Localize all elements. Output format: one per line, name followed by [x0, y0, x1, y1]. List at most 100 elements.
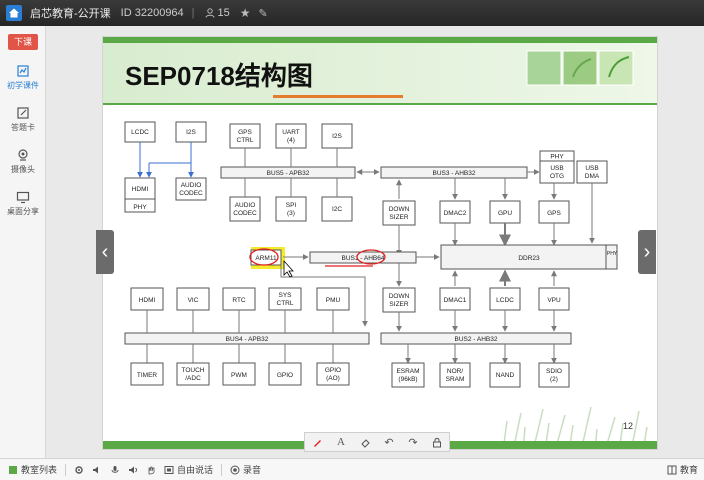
svg-text:SDIO: SDIO — [546, 368, 562, 375]
svg-text:SIZER: SIZER — [389, 301, 408, 308]
undo-icon[interactable]: ↶ — [382, 435, 396, 449]
classroom-panel-button[interactable]: 教育 — [667, 463, 698, 476]
slide-page-number: 12 — [623, 421, 633, 431]
app-title: 启芯教育-公开课 — [30, 8, 111, 20]
previous-slide-button[interactable]: ‹ — [96, 230, 114, 274]
block-dmac2: DMAC2 — [439, 200, 471, 224]
classroom-panel-label: 教育 — [679, 465, 698, 475]
block-sdio: SDIO (2) — [538, 362, 570, 388]
svg-text:SYS: SYS — [278, 292, 292, 299]
svg-text:DMAC2: DMAC2 — [444, 210, 467, 217]
title-underline — [273, 95, 403, 98]
mouse-cursor-icon — [283, 259, 294, 278]
block-audio-codec-mid: AUDIO CODEC — [229, 196, 261, 222]
svg-text:GPS: GPS — [238, 129, 252, 136]
block-gpio-ao: GPIO (AO) — [316, 362, 350, 386]
svg-text:VPU: VPU — [547, 297, 561, 304]
sidebar-item-screen-share[interactable]: 桌面分享 — [0, 190, 46, 217]
block-gpio: GPIO — [268, 362, 302, 386]
toolbar-divider — [65, 463, 67, 476]
free-talk-icon — [164, 465, 174, 474]
block-sys-ctrl: SYS CTRL — [268, 287, 302, 311]
speaker-icon — [93, 466, 99, 473]
svg-text:HDMI: HDMI — [139, 297, 156, 304]
eraser-icon[interactable] — [358, 435, 372, 449]
svg-text:I2S: I2S — [332, 133, 342, 140]
blue-connectors — [137, 142, 194, 178]
hand-icon — [148, 466, 155, 474]
svg-text:TIMER: TIMER — [137, 372, 158, 379]
room-id: ID 32200964 — [120, 7, 184, 19]
record-icon — [230, 465, 240, 474]
title-separator: | — [191, 7, 195, 19]
svg-text:(2): (2) — [550, 376, 558, 383]
svg-text:BUS1 - AHB64: BUS1 - AHB64 — [342, 255, 385, 262]
sidebar-item-label: 摄像头 — [11, 165, 35, 174]
participant-count-value: 15 — [217, 7, 230, 19]
lock-icon[interactable] — [430, 435, 444, 449]
edit-icon[interactable]: ✎ — [259, 7, 268, 20]
block-esram: ESRAM (96kB) — [391, 362, 425, 388]
svg-text:DOWN: DOWN — [389, 206, 410, 213]
free-talk-button[interactable]: 自由说话 — [164, 463, 213, 476]
block-uart: UART (4) — [275, 123, 307, 149]
star-icon[interactable]: ★ — [240, 6, 251, 20]
sidebar-item-answer-card[interactable]: 答题卡 — [0, 106, 46, 133]
bus4-bar: BUS4 - APB32 — [124, 332, 370, 345]
svg-text:ESRAM: ESRAM — [396, 368, 419, 375]
svg-text:ARM11: ARM11 — [255, 255, 277, 262]
annotation-toolbar: A ↶ ↷ — [304, 432, 450, 452]
svg-text:I2S: I2S — [186, 129, 196, 136]
svg-text:LCDC: LCDC — [131, 129, 149, 136]
bus5-bar: BUS5 - APB32 — [220, 166, 356, 179]
block-down-sizer-bot: DOWN SIZER — [382, 287, 416, 313]
svg-text:SIZER: SIZER — [389, 214, 408, 221]
svg-text:PWM: PWM — [231, 372, 247, 379]
sidebar-item-courseware[interactable]: 初学课件 — [0, 64, 46, 91]
svg-text:AUDIO: AUDIO — [181, 182, 202, 189]
redo-icon[interactable]: ↷ — [406, 435, 420, 449]
volume-button[interactable] — [128, 465, 138, 475]
next-slide-button[interactable]: › — [638, 230, 656, 274]
speaker-button[interactable] — [92, 465, 102, 475]
block-gps: GPS — [538, 200, 570, 224]
pen-tool-icon[interactable] — [310, 435, 324, 449]
sidebar-item-camera[interactable]: 摄像头 — [0, 148, 46, 175]
svg-text:DDR23: DDR23 — [518, 255, 540, 262]
courseware-icon — [17, 65, 29, 77]
svg-text:PHY: PHY — [133, 204, 147, 211]
block-i2s-mid: I2S — [321, 123, 353, 149]
svg-text:BUS2 - AHB32: BUS2 - AHB32 — [455, 336, 498, 343]
record-button[interactable]: 录音 — [230, 463, 261, 476]
classroom-icon — [667, 465, 677, 474]
microphone-button[interactable] — [110, 465, 120, 475]
text-tool-icon[interactable]: A — [334, 435, 348, 449]
slide-top-stripe — [103, 37, 657, 43]
block-audio-codec-top: AUDIO CODEC — [175, 177, 207, 201]
block-bus1: BUS1 - AHB64 — [309, 251, 417, 264]
slide-canvas: SEP0718结构图 LCDC I2S HDMI PHY AUDIO CODEC… — [103, 37, 657, 449]
slide-header-rule — [103, 103, 657, 105]
student-list-button[interactable]: 教室列表 — [8, 463, 57, 476]
svg-text:CODEC: CODEC — [233, 210, 257, 217]
svg-text:GPS: GPS — [547, 210, 561, 217]
student-list-label: 教室列表 — [21, 465, 58, 475]
sidebar-item-label: 初学课件 — [7, 81, 39, 90]
slide-title: SEP0718结构图 — [125, 61, 313, 91]
left-sidebar: 下课 初学课件 答题卡 摄像头 桌面分享 — [0, 26, 46, 458]
free-talk-label: 自由说话 — [177, 465, 214, 475]
svg-text:CODEC: CODEC — [179, 190, 203, 197]
settings-button[interactable] — [74, 465, 84, 475]
block-phy-usb: PHY — [539, 150, 575, 162]
block-pwm: PWM — [222, 362, 256, 386]
hand-raise-button[interactable] — [146, 465, 156, 475]
svg-text:AUDIO: AUDIO — [235, 202, 256, 209]
block-rtc: RTC — [222, 287, 256, 311]
sidebar-item-label: 答题卡 — [11, 123, 35, 132]
end-class-button[interactable]: 下课 — [8, 34, 38, 50]
svg-text:RTC: RTC — [232, 297, 246, 304]
svg-text:GPIO: GPIO — [325, 367, 341, 374]
home-icon[interactable] — [6, 5, 22, 21]
volume-icon — [129, 466, 138, 473]
svg-text:HDMI: HDMI — [132, 186, 149, 193]
